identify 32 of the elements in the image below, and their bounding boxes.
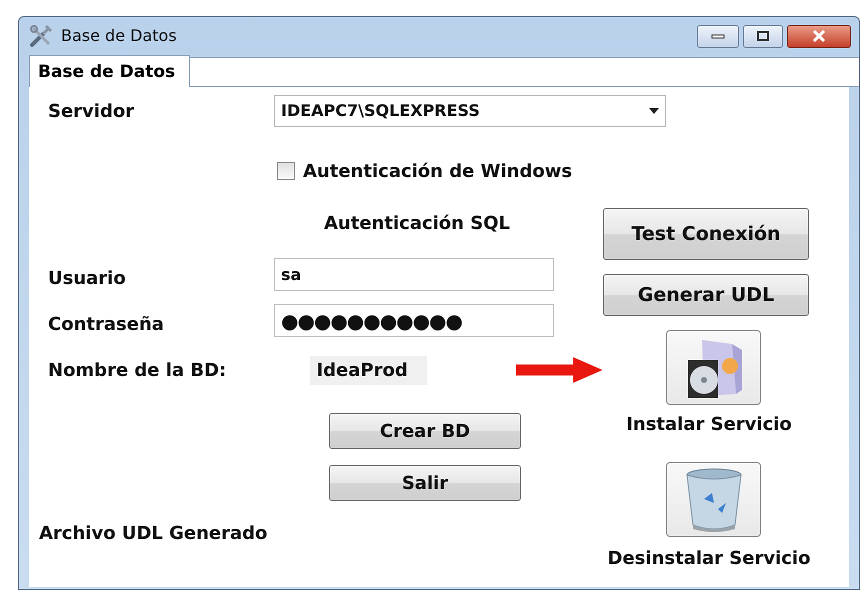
field-label: Nombre de la BD: — [48, 358, 228, 382]
maximize-button[interactable] — [743, 24, 783, 48]
exit-button[interactable]: Salir — [329, 465, 521, 501]
field-label: Contraseña — [48, 313, 165, 337]
minimize-button[interactable] — [697, 24, 739, 48]
checkbox-label: Autenticación de Windows — [303, 160, 572, 184]
create-database-button[interactable]: Crear BD — [329, 413, 521, 449]
field-label: Servidor — [48, 100, 136, 124]
close-icon — [811, 30, 827, 42]
checkbox[interactable] — [277, 162, 295, 180]
section-heading: Autenticación SQL — [324, 212, 511, 234]
password-field[interactable]: ●●●●●●●●●●● — [274, 304, 554, 337]
uninstall-service-button[interactable] — [666, 462, 761, 537]
server-dropdown[interactable]: IDEAPC7\SQLEXPRESS — [274, 95, 666, 127]
caret-icon — [649, 108, 659, 114]
install-service-button[interactable] — [666, 330, 761, 405]
tools-icon — [29, 24, 53, 48]
generate-udl-button[interactable]: Generar UDL — [603, 274, 809, 316]
maximize-icon — [756, 30, 770, 42]
test-connection-button[interactable]: Test Conexión — [603, 208, 809, 260]
tab[interactable]: Base de Datos — [29, 55, 190, 87]
username-field[interactable]: sa — [274, 258, 554, 291]
window-title: Base de Datos — [61, 25, 177, 47]
minimize-icon — [711, 33, 725, 39]
service-label: Instalar Servicio — [625, 413, 793, 437]
arrow-icon — [516, 356, 603, 384]
close-button[interactable] — [787, 24, 851, 48]
database-name: IdeaProd — [310, 356, 428, 384]
service-label: Desinstalar Servicio — [606, 547, 812, 571]
status-text: Archivo UDL Generado — [39, 522, 268, 544]
field-label: Usuario — [48, 267, 127, 291]
trash-bin-icon — [684, 466, 744, 532]
